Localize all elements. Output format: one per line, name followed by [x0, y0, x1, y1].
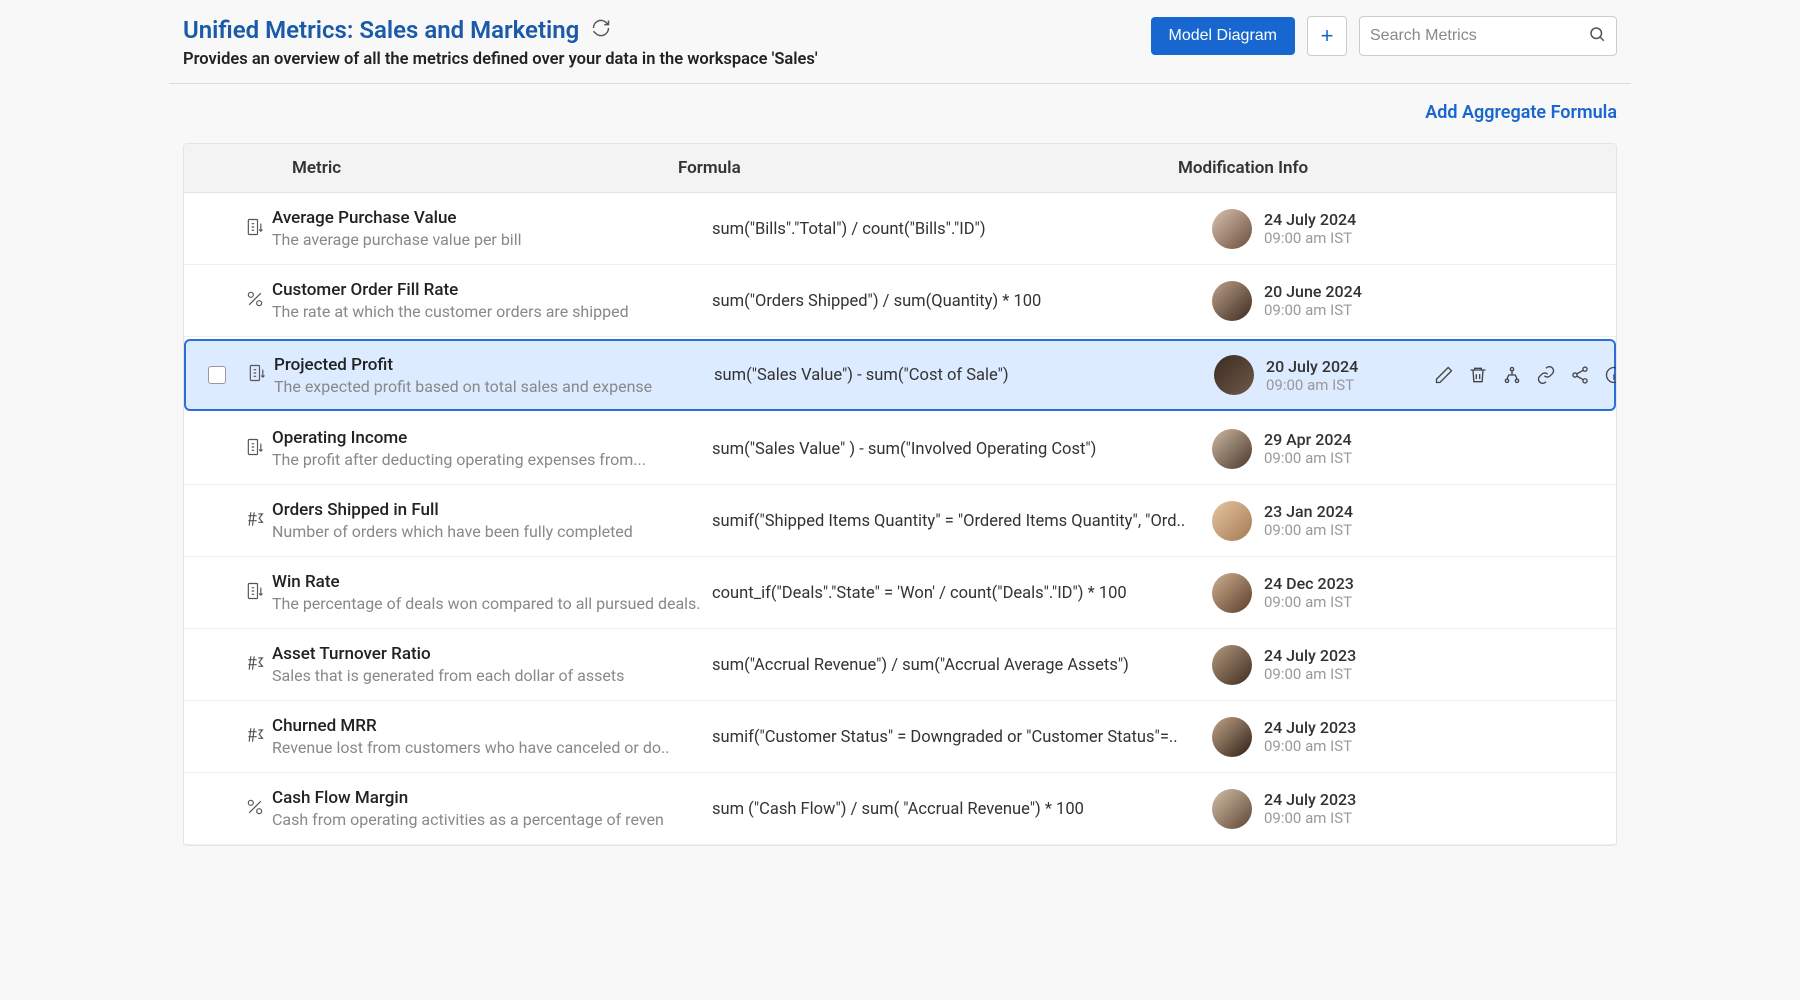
metric-type-icon	[245, 289, 265, 313]
search-box[interactable]	[1359, 16, 1617, 56]
column-header-modification[interactable]: Modification Info	[1178, 158, 1388, 178]
page-title: Unified Metrics: Sales and Marketing	[183, 16, 579, 44]
table-row[interactable]: Customer Order Fill Rate The rate at whi…	[184, 265, 1616, 337]
metric-formula: sum("Bills"."Total") / count("Bills"."ID…	[712, 220, 986, 239]
metric-type-icon	[247, 363, 267, 387]
share-icon[interactable]	[1570, 365, 1590, 385]
modification-date: 24 Dec 2023	[1264, 574, 1354, 593]
metrics-table: Metric Formula Modification Info Average…	[183, 143, 1617, 846]
metric-formula: sum ("Cash Flow") / sum( "Accrual Revenu…	[712, 800, 1084, 819]
metric-name: Operating Income	[272, 428, 712, 448]
page-subtitle: Provides an overview of all the metrics …	[183, 50, 1151, 69]
add-aggregate-formula-link[interactable]: Add Aggregate Formula	[1425, 102, 1617, 123]
metric-description: Cash from operating activities as a perc…	[272, 810, 712, 829]
metric-name: Average Purchase Value	[272, 208, 712, 228]
metric-name: Orders Shipped in Full	[272, 500, 712, 520]
table-row[interactable]: Asset Turnover Ratio Sales that is gener…	[184, 629, 1616, 701]
metric-description: Sales that is generated from each dollar…	[272, 666, 712, 685]
table-row[interactable]: Projected Profit The expected profit bas…	[184, 339, 1616, 411]
header-bar: Unified Metrics: Sales and Marketing Pro…	[169, 0, 1631, 84]
modification-date: 24 July 2023	[1264, 790, 1356, 809]
delete-icon[interactable]	[1468, 365, 1488, 385]
metric-description: The rate at which the customer orders ar…	[272, 302, 712, 321]
metric-formula: count_if("Deals"."State" = 'Won' / count…	[712, 584, 1127, 603]
avatar	[1212, 281, 1252, 321]
refresh-icon[interactable]	[591, 18, 611, 42]
modification-date: 20 June 2024	[1264, 282, 1362, 301]
metric-type-icon	[245, 653, 265, 677]
avatar	[1214, 355, 1254, 395]
add-button[interactable]: +	[1307, 16, 1347, 56]
column-header-formula[interactable]: Formula	[678, 158, 1178, 178]
avatar	[1212, 645, 1252, 685]
metric-name: Asset Turnover Ratio	[272, 644, 712, 664]
model-diagram-button[interactable]: Model Diagram	[1151, 17, 1295, 55]
search-icon	[1588, 25, 1606, 47]
metric-description: The average purchase value per bill	[272, 230, 712, 249]
modification-time: 09:00 am IST	[1264, 229, 1356, 247]
table-row[interactable]: Win Rate The percentage of deals won com…	[184, 557, 1616, 629]
avatar	[1212, 789, 1252, 829]
modification-time: 09:00 am IST	[1264, 809, 1356, 827]
metric-type-icon	[245, 217, 265, 241]
metric-description: The percentage of deals won compared to …	[272, 594, 712, 613]
modification-date: 24 July 2023	[1264, 718, 1356, 737]
metric-formula: sum("Sales Value") - sum("Cost of Sale")	[714, 366, 1009, 385]
metric-name: Cash Flow Margin	[272, 788, 712, 808]
info-icon[interactable]	[1604, 365, 1617, 385]
modification-time: 09:00 am IST	[1264, 301, 1362, 319]
metric-name: Churned MRR	[272, 716, 712, 736]
table-row[interactable]: Orders Shipped in Full Number of orders …	[184, 485, 1616, 557]
dependents-icon[interactable]	[1502, 365, 1522, 385]
table-row[interactable]: Average Purchase Value The average purch…	[184, 193, 1616, 265]
modification-time: 09:00 am IST	[1264, 737, 1356, 755]
modification-date: 20 July 2024	[1266, 357, 1358, 376]
metric-formula: sum("Accrual Revenue") / sum("Accrual Av…	[712, 656, 1129, 675]
metric-description: Number of orders which have been fully c…	[272, 522, 712, 541]
table-row[interactable]: Operating Income The profit after deduct…	[184, 413, 1616, 485]
metric-description: Revenue lost from customers who have can…	[272, 738, 712, 757]
modification-date: 23 Jan 2024	[1264, 502, 1353, 521]
metric-type-icon	[245, 437, 265, 461]
avatar	[1212, 209, 1252, 249]
modification-time: 09:00 am IST	[1264, 593, 1354, 611]
avatar	[1212, 501, 1252, 541]
modification-time: 09:00 am IST	[1264, 449, 1352, 467]
modification-date: 24 July 2023	[1264, 646, 1356, 665]
metric-description: The profit after deducting operating exp…	[272, 450, 712, 469]
avatar	[1212, 429, 1252, 469]
metric-type-icon	[245, 509, 265, 533]
search-input[interactable]	[1370, 27, 1588, 45]
link-icon[interactable]	[1536, 365, 1556, 385]
metric-formula: sumif("Customer Status" = Downgraded or …	[712, 728, 1178, 747]
metric-name: Customer Order Fill Rate	[272, 280, 712, 300]
metric-formula: sum("Sales Value" ) - sum("Involved Oper…	[712, 440, 1096, 459]
metric-description: The expected profit based on total sales…	[274, 377, 714, 396]
metric-type-icon	[245, 581, 265, 605]
table-row[interactable]: Churned MRR Revenue lost from customers …	[184, 701, 1616, 773]
metric-name: Projected Profit	[274, 355, 714, 375]
modification-date: 24 July 2024	[1264, 210, 1356, 229]
avatar	[1212, 717, 1252, 757]
column-header-metric[interactable]: Metric	[238, 158, 678, 178]
metric-type-icon	[245, 725, 265, 749]
modification-date: 29 Apr 2024	[1264, 430, 1352, 449]
table-row[interactable]: Cash Flow Margin Cash from operating act…	[184, 773, 1616, 845]
modification-time: 09:00 am IST	[1266, 376, 1358, 394]
edit-icon[interactable]	[1434, 365, 1454, 385]
metric-formula: sumif("Shipped Items Quantity" = "Ordere…	[712, 512, 1185, 531]
avatar	[1212, 573, 1252, 613]
metric-name: Win Rate	[272, 572, 712, 592]
modification-time: 09:00 am IST	[1264, 521, 1353, 539]
metric-formula: sum("Orders Shipped") / sum(Quantity) * …	[712, 292, 1041, 311]
metric-type-icon	[245, 797, 265, 821]
row-checkbox[interactable]	[208, 366, 226, 384]
modification-time: 09:00 am IST	[1264, 665, 1356, 683]
plus-icon: +	[1321, 23, 1334, 49]
